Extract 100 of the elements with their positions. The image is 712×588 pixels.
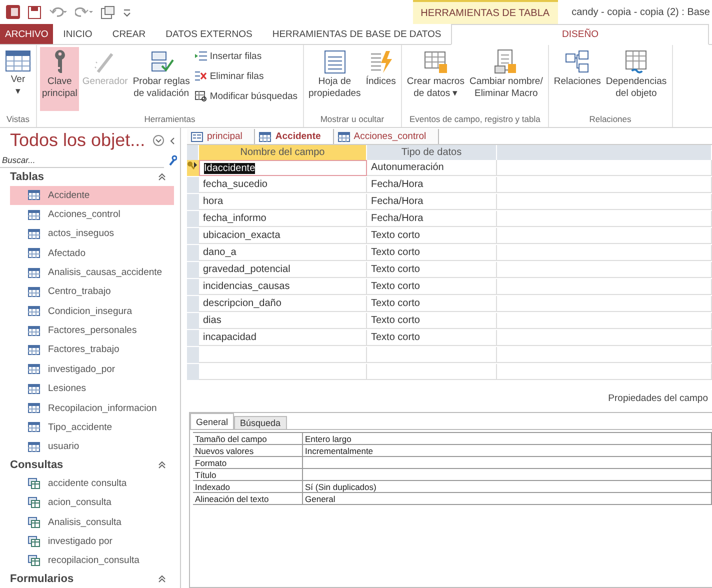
nav-item[interactable]: accidente consulta: [10, 474, 174, 494]
ribbon-tab[interactable]: INICIO: [53, 24, 102, 44]
collapse-icon[interactable]: [158, 575, 166, 584]
field-name-cell[interactable]: ubicacion_exacta: [199, 228, 367, 244]
nav-item[interactable]: Factores_trabajo: [10, 340, 174, 360]
nav-item[interactable]: Centro_trabajo: [10, 282, 174, 302]
dropdown-icon[interactable]: [153, 135, 164, 146]
table-cell[interactable]: [199, 347, 367, 363]
data-type-cell[interactable]: Texto corto: [367, 279, 497, 295]
description-cell[interactable]: [497, 177, 712, 193]
data-type-cell[interactable]: Texto corto: [367, 330, 497, 346]
search-icon[interactable]: [168, 155, 177, 166]
ribbon-button[interactable]: Hoja de propiedades: [306, 47, 363, 111]
customize-icon[interactable]: [123, 7, 131, 17]
field-name-cell[interactable]: Idaccidente: [199, 160, 367, 176]
description-cell[interactable]: [497, 313, 712, 329]
nav-item[interactable]: Condicion_insegura: [10, 302, 174, 321]
field-name-cell[interactable]: incapacidad: [199, 330, 367, 346]
document-tab[interactable]: principal: [187, 129, 256, 144]
ribbon-tab[interactable]: HERRAMIENTAS DE BASE DE DATOS: [262, 24, 452, 44]
collapse-icon[interactable]: [158, 172, 166, 181]
nav-item[interactable]: recopilacion_consulta: [10, 551, 174, 570]
ribbon-tab[interactable]: CREAR: [102, 24, 156, 44]
nav-item[interactable]: Afectado: [10, 244, 174, 263]
field-name-cell[interactable]: descripcion_daño: [199, 296, 367, 312]
field-name-cell[interactable]: fecha_sucedio: [199, 177, 367, 193]
data-type-cell[interactable]: Texto corto: [367, 262, 497, 278]
ribbon-button[interactable]: Eliminar filas: [192, 67, 300, 86]
nav-item[interactable]: Analisis_causas_accidente: [10, 262, 174, 282]
data-type-cell[interactable]: Fecha/Hora: [367, 177, 497, 193]
description-cell[interactable]: [497, 228, 712, 244]
data-type-cell[interactable]: Texto corto: [367, 228, 497, 244]
ribbon-button[interactable]: Crear macros de datos ▾: [404, 47, 466, 111]
nav-item[interactable]: actos_inseguos: [10, 224, 174, 244]
collapse-icon[interactable]: [158, 461, 166, 470]
ribbon-button[interactable]: Clave principal: [40, 47, 80, 111]
nav-item[interactable]: Analisis_consulta: [10, 512, 174, 532]
ribbon-button[interactable]: Ver ▾: [3, 47, 33, 111]
table-cell[interactable]: [497, 364, 712, 380]
description-cell[interactable]: [497, 211, 712, 227]
data-type-cell[interactable]: Texto corto: [367, 313, 497, 329]
properties-tab[interactable]: General: [190, 413, 234, 429]
nav-section-header[interactable]: Consultas: [10, 459, 64, 472]
ribbon-tab[interactable]: ARCHIVO: [0, 24, 54, 44]
description-cell[interactable]: [497, 330, 712, 346]
property-value[interactable]: General: [303, 493, 712, 505]
description-cell[interactable]: [497, 160, 712, 176]
nav-item[interactable]: acion_consulta: [10, 493, 174, 512]
description-cell[interactable]: [497, 245, 712, 261]
ribbon-button[interactable]: Relaciones: [552, 47, 603, 111]
nav-item[interactable]: investigado_por: [10, 360, 174, 379]
ribbon-tab[interactable]: DISEÑO: [451, 24, 710, 45]
field-name-cell[interactable]: dias: [199, 313, 367, 329]
field-name-cell[interactable]: gravedad_potencial: [199, 262, 367, 278]
nav-item[interactable]: usuario: [10, 437, 174, 456]
description-cell[interactable]: [497, 279, 712, 295]
ribbon-button[interactable]: Dependencias del objeto: [604, 47, 669, 111]
ribbon-button[interactable]: Cambiar nombre/ Eliminar Macro: [467, 47, 545, 111]
nav-item[interactable]: Acciones_control: [10, 204, 174, 224]
nav-item[interactable]: Recopilacion_informacion: [10, 398, 174, 418]
undo-icon[interactable]: [49, 6, 67, 18]
description-cell[interactable]: [497, 262, 712, 278]
nav-item[interactable]: Accidente: [10, 186, 174, 205]
data-type-cell[interactable]: Autonumeración: [367, 160, 497, 176]
nav-item[interactable]: Lesiones: [10, 379, 174, 398]
property-value[interactable]: [303, 469, 712, 481]
property-value[interactable]: Incrementalmente: [303, 445, 712, 457]
table-cell[interactable]: [367, 347, 497, 363]
description-cell[interactable]: [497, 194, 712, 210]
redo-icon[interactable]: [75, 6, 93, 18]
ribbon-button[interactable]: Modificar búsquedas: [192, 87, 300, 106]
property-value[interactable]: Entero largo: [303, 433, 712, 445]
ribbon-button[interactable]: Probar reglas de validación: [130, 47, 192, 111]
data-type-cell[interactable]: Texto corto: [367, 245, 497, 261]
field-name-cell[interactable]: incidencias_causas: [199, 279, 367, 295]
ribbon-tab[interactable]: DATOS EXTERNOS: [156, 24, 262, 44]
property-value[interactable]: Sí (Sin duplicados): [303, 481, 712, 493]
form-view-icon[interactable]: [101, 6, 115, 18]
properties-tab[interactable]: Búsqueda: [234, 416, 287, 429]
nav-item[interactable]: investigado por: [10, 532, 174, 552]
ribbon-button[interactable]: Índices: [364, 47, 398, 111]
nav-section-header[interactable]: Formularios: [10, 573, 74, 586]
data-type-cell[interactable]: Fecha/Hora: [367, 211, 497, 227]
save-icon[interactable]: [28, 6, 41, 18]
document-tab[interactable]: Acciones_control: [334, 129, 440, 144]
field-name-cell[interactable]: fecha_informo: [199, 211, 367, 227]
nav-item[interactable]: Factores_personales: [10, 320, 174, 340]
table-cell[interactable]: [497, 347, 712, 363]
property-value[interactable]: [303, 457, 712, 469]
ribbon-button[interactable]: Insertar filas: [192, 47, 300, 66]
table-cell[interactable]: [367, 364, 497, 380]
data-type-cell[interactable]: Texto corto: [367, 296, 497, 312]
description-cell[interactable]: [497, 296, 712, 312]
nav-section-header[interactable]: Tablas: [10, 170, 44, 183]
field-name-cell[interactable]: hora: [199, 194, 367, 210]
data-type-cell[interactable]: Fecha/Hora: [367, 194, 497, 210]
collapse-icon[interactable]: [168, 136, 176, 146]
nav-item[interactable]: Tipo_accidente: [10, 418, 174, 438]
table-cell[interactable]: [199, 364, 367, 380]
row-selector[interactable]: [187, 160, 199, 177]
